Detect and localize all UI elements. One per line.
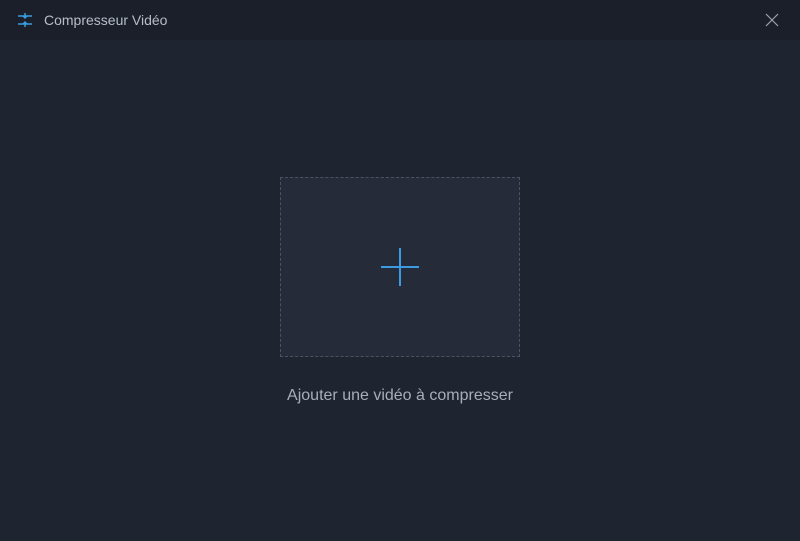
main-content: Ajouter une vidéo à compresser xyxy=(0,40,800,541)
plus-icon xyxy=(375,242,425,292)
compress-icon xyxy=(16,11,34,29)
app-title: Compresseur Vidéo xyxy=(44,12,167,28)
close-button[interactable] xyxy=(760,8,784,32)
title-left: Compresseur Vidéo xyxy=(16,11,167,29)
instruction-text: Ajouter une vidéo à compresser xyxy=(287,387,513,405)
title-bar: Compresseur Vidéo xyxy=(0,0,800,40)
add-video-dropzone[interactable] xyxy=(280,177,520,357)
close-icon xyxy=(764,12,780,28)
